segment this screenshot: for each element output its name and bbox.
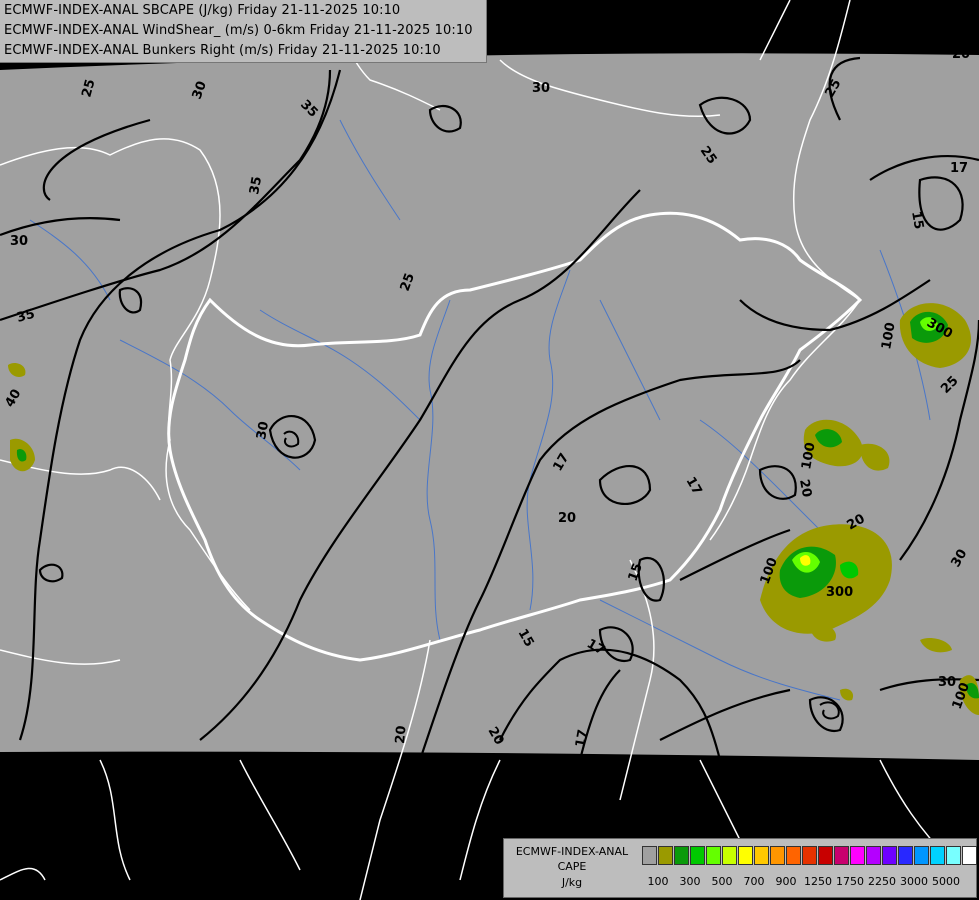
contour-label: 17 bbox=[573, 728, 591, 748]
legend-swatch bbox=[674, 846, 689, 865]
contour-label: 20 bbox=[952, 47, 970, 62]
legend-swatch bbox=[834, 846, 849, 865]
legend-swatches bbox=[642, 846, 978, 865]
contour-label: 30 bbox=[938, 675, 956, 690]
legend-unit: J/kg bbox=[561, 876, 583, 889]
legend-swatch bbox=[946, 846, 961, 865]
legend-swatch bbox=[802, 846, 817, 865]
legend-swatch bbox=[930, 846, 945, 865]
contour-label: 17 bbox=[950, 161, 968, 176]
cape-label: 300 bbox=[826, 585, 853, 600]
legend-swatch bbox=[754, 846, 769, 865]
legend-swatch bbox=[914, 846, 929, 865]
legend-swatch bbox=[706, 846, 721, 865]
legend-tick-label: 1750 bbox=[836, 875, 864, 888]
legend-swatch bbox=[642, 846, 657, 865]
title-bunkers: ECMWF-INDEX-ANAL Bunkers Right (m/s) Fri… bbox=[4, 43, 441, 58]
legend-tick-label: 5000 bbox=[932, 875, 960, 888]
legend-tick-label: 700 bbox=[743, 875, 765, 888]
model-domain bbox=[0, 53, 979, 760]
legend: ECMWF-INDEX-ANAL CAPE J/kg 100 300 500 700 9… bbox=[503, 838, 977, 898]
legend-field: CAPE bbox=[557, 860, 587, 873]
legend-swatch bbox=[658, 846, 673, 865]
contour-label: 20 bbox=[393, 725, 410, 744]
legend-tick-label: 1250 bbox=[804, 875, 832, 888]
legend-swatch bbox=[738, 846, 753, 865]
contour-label: 15 bbox=[908, 210, 926, 230]
legend-tick-label: 2250 bbox=[868, 875, 896, 888]
legend-ticks: 100 300 500 700 900 1250 1750 2250 3000 5000 bbox=[642, 875, 972, 891]
legend-swatch bbox=[770, 846, 785, 865]
contour-label: 30 bbox=[254, 420, 272, 440]
legend-tick-label: 500 bbox=[711, 875, 733, 888]
legend-swatch bbox=[722, 846, 737, 865]
legend-swatch bbox=[818, 846, 833, 865]
title-box: ECMWF-INDEX-ANAL SBCAPE (J/kg) Friday 21… bbox=[0, 0, 487, 63]
legend-swatch bbox=[850, 846, 865, 865]
legend-swatch bbox=[898, 846, 913, 865]
contour-label: 35 bbox=[247, 175, 265, 195]
title-windshear: ECMWF-INDEX-ANAL WindShear_ (m/s) 0-6km … bbox=[4, 23, 473, 38]
legend-swatch bbox=[690, 846, 705, 865]
legend-tick-label: 3000 bbox=[900, 875, 928, 888]
legend-model: ECMWF-INDEX-ANAL bbox=[515, 845, 629, 858]
legend-swatch bbox=[962, 846, 977, 865]
legend-swatch bbox=[882, 846, 897, 865]
contour-label: 30 bbox=[10, 234, 28, 249]
legend-swatch bbox=[786, 846, 801, 865]
legend-tick-label: 100 bbox=[647, 875, 669, 888]
contour-label: 20 bbox=[796, 478, 814, 498]
title-sbcape: ECMWF-INDEX-ANAL SBCAPE (J/kg) Friday 21… bbox=[4, 3, 401, 18]
contour-label: 20 bbox=[558, 511, 576, 526]
legend-tick-label: 900 bbox=[775, 875, 797, 888]
weather-map: 30 25 30 35 35 30 25 35 40 30 25 20 25 1… bbox=[0, 0, 979, 900]
contour-label: 30 bbox=[532, 81, 550, 96]
legend-tick-label: 300 bbox=[679, 875, 701, 888]
legend-swatch bbox=[866, 846, 881, 865]
